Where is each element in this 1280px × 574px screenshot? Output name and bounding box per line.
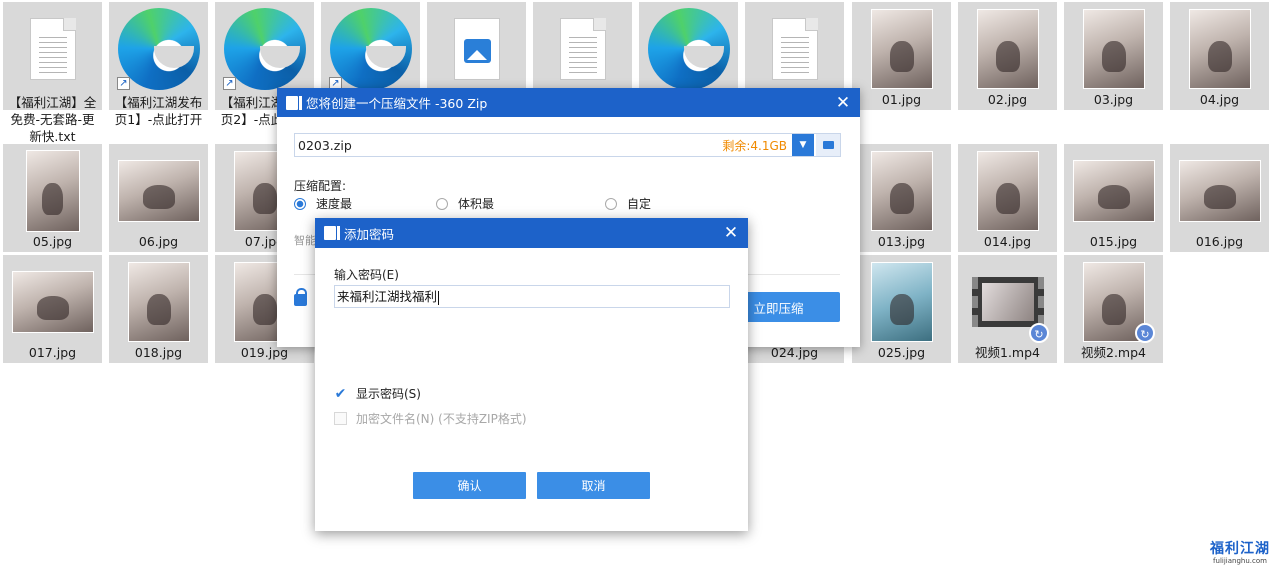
folder-icon[interactable]	[816, 134, 840, 156]
file-label: 018.jpg	[134, 345, 183, 360]
file-label: 05.jpg	[32, 234, 73, 249]
file-label: 【福利江湖】全免费-无套路-更新快.txt	[8, 95, 97, 144]
photo-thumbnail	[870, 262, 933, 342]
radio-button-icon	[436, 197, 448, 210]
file-label: 015.jpg	[1089, 234, 1138, 249]
file-tile-photo[interactable]: 017.jpg	[3, 255, 102, 363]
add-password-dialog: 添加密码 ✕ 输入密码(E) 来福利江湖找福利 ✔ 显示密码(S) 加密文件名(…	[315, 218, 748, 531]
file-tile-photo[interactable]: 013.jpg	[852, 144, 951, 252]
compression-config-label: 压缩配置:	[294, 179, 347, 193]
photo-thumbnail	[870, 151, 933, 231]
show-password-checkbox[interactable]: ✔ 显示密码(S)	[334, 385, 421, 402]
text-document-icon	[559, 18, 606, 80]
file-label: 019.jpg	[240, 345, 289, 360]
file-tile-photo[interactable]: 06.jpg	[109, 144, 208, 252]
archive-path-field[interactable]: 0203.zip 剩余:4.1GB ▼	[294, 133, 841, 157]
file-tile-txt[interactable]: 【福利江湖】全免费-无套路-更新快.txt	[3, 2, 102, 144]
photo-thumbnail	[127, 262, 190, 342]
file-label: 视频2.mp4	[1081, 345, 1146, 360]
file-tile-photo[interactable]: 018.jpg	[109, 255, 208, 363]
password-input-label: 输入密码(E)	[334, 268, 399, 282]
file-label: 025.jpg	[877, 345, 926, 360]
file-label: 06.jpg	[138, 234, 179, 249]
file-tile-photo[interactable]: 015.jpg	[1064, 144, 1163, 252]
radio-custom[interactable]: 自定	[605, 195, 651, 212]
text-document-icon	[29, 18, 76, 80]
file-label: 04.jpg	[1199, 92, 1240, 107]
radio-speed[interactable]: 速度最	[294, 195, 352, 212]
watermark-logo-text: 福利江湖	[1210, 541, 1270, 557]
media-player-badge-icon: ↻	[1135, 323, 1155, 343]
close-icon[interactable]: ✕	[714, 223, 748, 243]
smart-option-label: 智能	[294, 234, 316, 247]
file-label: 【福利江湖发布页1】-点此打开	[114, 95, 203, 127]
file-label: 013.jpg	[877, 234, 926, 249]
password-input[interactable]: 来福利江湖找福利	[334, 285, 730, 308]
photo-thumbnail	[11, 271, 94, 333]
shortcut-arrow-icon: ↗	[117, 77, 130, 90]
checkbox-empty-icon	[334, 412, 347, 425]
file-label: 014.jpg	[983, 234, 1032, 249]
close-icon[interactable]: ✕	[826, 93, 860, 113]
file-label: 016.jpg	[1195, 234, 1244, 249]
cancel-button[interactable]: 取消	[537, 472, 650, 499]
free-space-label: 剩余:4.1GB	[722, 138, 787, 153]
radio-button-icon	[605, 197, 617, 210]
file-tile-photo[interactable]: 05.jpg	[3, 144, 102, 252]
file-label: 03.jpg	[1093, 92, 1134, 107]
chevron-down-icon[interactable]: ▼	[791, 134, 814, 156]
radio-button-icon	[294, 197, 306, 210]
password-dialog-title: 添加密码	[344, 226, 395, 242]
shortcut-arrow-icon: ↗	[223, 77, 236, 90]
file-tile-video[interactable]: ↻ 视频2.mp4	[1064, 255, 1163, 363]
file-tile-photo[interactable]: 014.jpg	[958, 144, 1057, 252]
encrypt-filenames-checkbox[interactable]: 加密文件名(N) (不支持ZIP格式)	[334, 410, 527, 427]
radio-label: 速度最	[316, 197, 353, 211]
photo-thumbnail	[976, 9, 1039, 89]
file-label: 017.jpg	[28, 345, 77, 360]
photo-thumbnail	[1082, 9, 1145, 89]
file-label: 视频1.mp4	[975, 345, 1040, 360]
archive-filename[interactable]: 0203.zip	[295, 138, 722, 153]
file-label: 01.jpg	[881, 92, 922, 107]
confirm-button[interactable]: 确认	[413, 472, 526, 499]
media-player-badge-icon: ↻	[1029, 323, 1049, 343]
site-watermark: 福利江湖 fulijianghu.com	[1204, 538, 1276, 570]
encrypt-filenames-label: 加密文件名(N) (不支持ZIP格式)	[356, 412, 527, 426]
file-tile-photo[interactable]: 01.jpg	[852, 2, 951, 110]
video-file-icon	[971, 277, 1044, 327]
photo-thumbnail	[117, 160, 200, 222]
file-label: 02.jpg	[987, 92, 1028, 107]
file-tile-photo[interactable]: 025.jpg	[852, 255, 951, 363]
file-tile-shortcut-1[interactable]: ↗ 【福利江湖发布页1】-点此打开	[109, 2, 208, 127]
360zip-app-icon	[286, 95, 302, 110]
file-tile-photo[interactable]: 03.jpg	[1064, 2, 1163, 110]
file-tile-photo[interactable]: 016.jpg	[1170, 144, 1269, 252]
zip-window-title: 您将创建一个压缩文件 -360 Zip	[306, 96, 488, 111]
photo-thumbnail	[1072, 160, 1155, 222]
photo-thumbnail	[1178, 160, 1261, 222]
edge-browser-icon	[647, 8, 730, 90]
show-password-label: 显示密码(S)	[356, 387, 421, 401]
file-label: 024.jpg	[770, 345, 819, 360]
photo-thumbnail	[25, 150, 80, 232]
photo-thumbnail	[870, 9, 933, 89]
password-dialog-titlebar[interactable]: 添加密码 ✕	[315, 218, 748, 248]
lock-icon[interactable]	[294, 288, 307, 306]
watermark-url: fulijianghu.com	[1213, 557, 1267, 565]
zip-window-titlebar[interactable]: 您将创建一个压缩文件 -360 Zip ✕	[277, 88, 860, 117]
radio-size[interactable]: 体积最	[436, 195, 494, 212]
file-tile-photo[interactable]: 04.jpg	[1170, 2, 1269, 110]
photo-thumbnail	[1188, 9, 1251, 89]
360zip-app-icon	[324, 226, 340, 240]
photo-thumbnail	[976, 151, 1039, 231]
radio-label: 体积最	[458, 197, 495, 211]
radio-label: 自定	[627, 197, 652, 211]
image-file-icon	[453, 18, 500, 80]
text-document-icon	[771, 18, 818, 80]
file-tile-video[interactable]: ↻ 视频1.mp4	[958, 255, 1057, 363]
checkmark-icon: ✔	[334, 385, 347, 402]
file-tile-photo[interactable]: 02.jpg	[958, 2, 1057, 110]
